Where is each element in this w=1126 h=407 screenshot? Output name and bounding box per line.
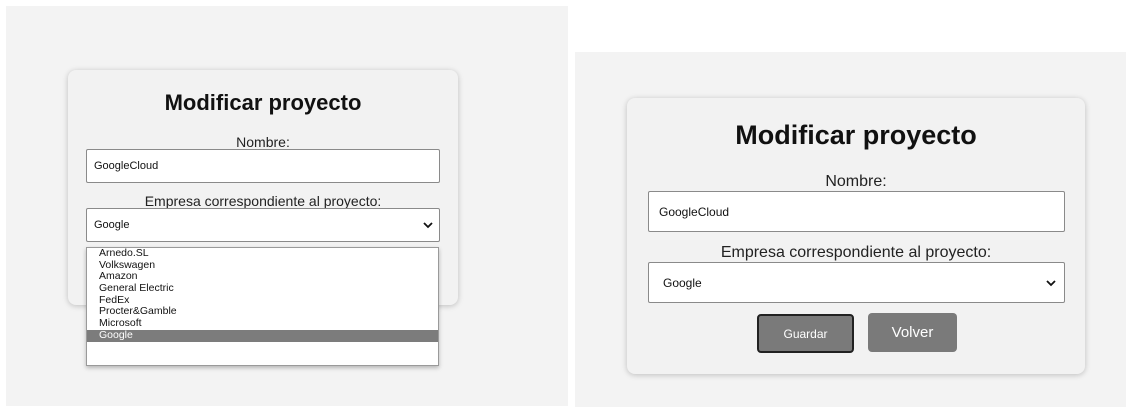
name-input-value: GoogleCloud: [94, 160, 159, 172]
page-title: Modificar proyecto: [735, 120, 977, 150]
chevron-down-icon: [1046, 279, 1056, 286]
chevron-down-icon: [423, 222, 433, 229]
company-select[interactable]: Google: [86, 208, 440, 242]
back-button[interactable]: Volver: [868, 313, 957, 352]
company-select[interactable]: Google: [648, 262, 1065, 303]
company-dropdown-list: Arnedo.SL Volkswagen Amazon General Elec…: [86, 247, 439, 366]
dropdown-option-highlighted[interactable]: Google: [87, 329, 438, 342]
dropdown-option[interactable]: Arnedo.SL: [87, 247, 438, 260]
dropdown-option[interactable]: General Electric: [87, 282, 438, 295]
name-input-value: GoogleCloud: [659, 204, 730, 219]
company-label: Empresa correspondiente al proyecto:: [720, 244, 992, 261]
name-input[interactable]: GoogleCloud: [648, 191, 1065, 232]
company-select-value: Google: [94, 219, 130, 231]
name-label: Nombre:: [825, 173, 887, 190]
company-select-value: Google: [663, 275, 702, 290]
name-label: Nombre:: [236, 134, 290, 150]
name-input[interactable]: GoogleCloud: [86, 149, 440, 183]
page-title: Modificar proyecto: [164, 90, 362, 115]
save-button[interactable]: Guardar: [757, 314, 854, 353]
dropdown-option[interactable]: Volkswagen: [87, 259, 438, 272]
company-label: Empresa correspondiente al proyecto:: [144, 193, 382, 209]
dropdown-option[interactable]: Microsoft: [87, 317, 438, 330]
